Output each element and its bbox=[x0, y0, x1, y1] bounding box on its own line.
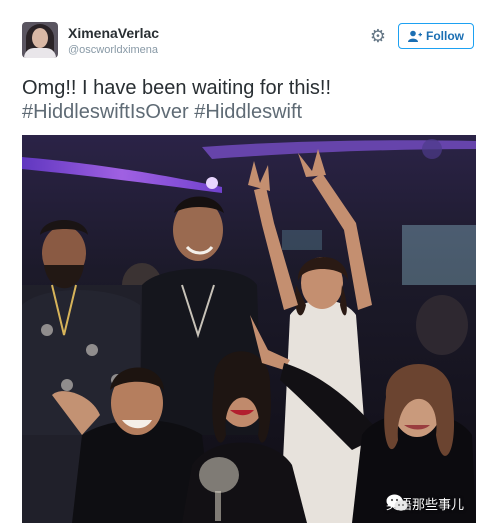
tweet-photo[interactable]: 英语那些事儿 bbox=[22, 135, 476, 523]
hashtags[interactable]: #HiddleswiftIsOver #Hiddleswift bbox=[22, 100, 482, 124]
follow-button[interactable]: Follow bbox=[398, 23, 474, 49]
watermark: 英语那些事儿 bbox=[386, 494, 464, 513]
display-name[interactable]: XimenaVerlac bbox=[68, 25, 159, 41]
wechat-icon bbox=[386, 494, 408, 511]
tweet-card: XimenaVerlac @oscworldximena ⚙ Follow Om… bbox=[0, 0, 494, 523]
user-handle[interactable]: @oscworldximena bbox=[68, 44, 158, 56]
gear-icon[interactable]: ⚙ bbox=[368, 26, 388, 46]
tweet-text: Omg!! I have been waiting for this!! #Hi… bbox=[22, 76, 482, 124]
add-user-icon bbox=[408, 30, 422, 42]
party-photo-illustration bbox=[22, 135, 476, 523]
follow-label: Follow bbox=[426, 29, 464, 43]
avatar[interactable] bbox=[22, 22, 58, 58]
tweet-text-line: Omg!! I have been waiting for this!! bbox=[22, 77, 332, 99]
